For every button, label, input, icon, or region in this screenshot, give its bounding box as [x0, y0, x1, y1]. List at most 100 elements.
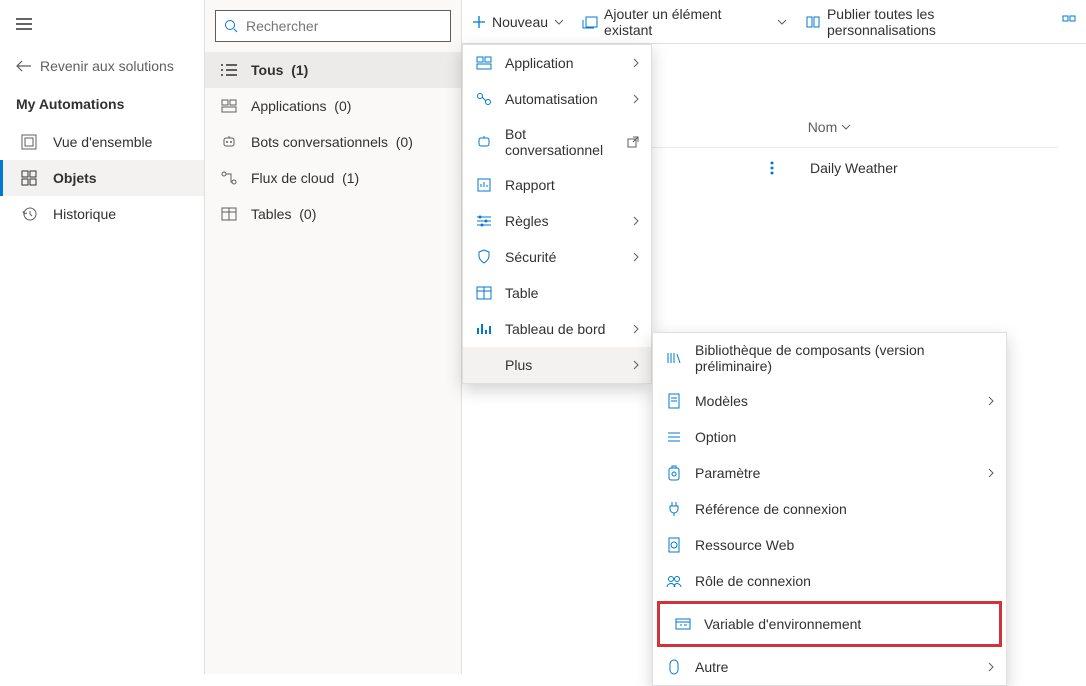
menu-bot[interactable]: Bot conversationnel: [463, 117, 651, 167]
add-existing-button[interactable]: Ajouter un élément existant: [582, 6, 787, 38]
menu-other[interactable]: Autre: [653, 649, 1006, 685]
other-icon: [665, 658, 683, 676]
chevron-down-icon: [841, 124, 851, 130]
shield-icon: [475, 248, 493, 266]
external-icon: [627, 136, 639, 148]
menu-label: Plus: [505, 357, 621, 373]
overflow-icon[interactable]: [1062, 15, 1076, 29]
menu-label: Tableau de bord: [505, 321, 621, 337]
web-resource-icon: [665, 536, 683, 554]
cell-display-name: Daily Weather: [810, 160, 1058, 176]
bot-icon: [221, 134, 237, 150]
parameter-icon: [665, 464, 683, 482]
menu-label: Référence de connexion: [695, 501, 994, 517]
people-icon: [665, 572, 683, 590]
back-to-solutions-link[interactable]: Revenir aux solutions: [0, 48, 204, 84]
menu-label: Rapport: [505, 177, 639, 193]
chevron-down-icon: [554, 19, 564, 25]
col-label: Nom: [808, 119, 838, 135]
filter-label: Bots conversationnels (0): [251, 134, 413, 150]
publish-button[interactable]: Publier toutes les personnalisations: [805, 6, 1044, 38]
menu-connection-reference[interactable]: Référence de connexion: [653, 491, 1006, 527]
filter-label: Applications (0): [251, 98, 351, 114]
table-icon: [221, 206, 237, 222]
chevron-right-icon: [633, 252, 639, 262]
chevron-right-icon: [633, 324, 639, 334]
menu-environment-variable[interactable]: Variable d'environnement: [662, 606, 997, 642]
menu-label: Rôle de connexion: [695, 573, 994, 589]
plug-icon: [665, 500, 683, 518]
hamburger-button[interactable]: [0, 0, 48, 48]
menu-dashboard[interactable]: Tableau de bord: [463, 311, 651, 347]
menu-option[interactable]: Option: [653, 419, 1006, 455]
menu-table[interactable]: Table: [463, 275, 651, 311]
btn-label: Publier toutes les personnalisations: [827, 6, 1044, 38]
overview-icon: [21, 134, 37, 150]
history-icon: [21, 206, 37, 222]
filter-tables[interactable]: Tables (0): [205, 196, 461, 232]
menu-component-library[interactable]: Bibliothèque de composants (version prél…: [653, 333, 1006, 383]
menu-security[interactable]: Sécurité: [463, 239, 651, 275]
filter-bots[interactable]: Bots conversationnels (0): [205, 124, 461, 160]
menu-application[interactable]: Application: [463, 45, 651, 81]
back-label: Revenir aux solutions: [40, 58, 174, 74]
menu-label: Autre: [695, 659, 976, 675]
new-menu: Application Automatisation Bot conversat…: [462, 44, 652, 384]
nav-label: Vue d'ensemble: [53, 134, 152, 150]
automation-icon: [475, 90, 493, 108]
nav-label: Historique: [53, 206, 116, 222]
menu-web-resource[interactable]: Ressource Web: [653, 527, 1006, 563]
row-actions-button[interactable]: [770, 161, 810, 175]
filter-label: Tables (0): [251, 206, 316, 222]
btn-label: Ajouter un élément existant: [604, 6, 771, 38]
menu-connection-role[interactable]: Rôle de connexion: [653, 563, 1006, 599]
filter-label: Flux de cloud (1): [251, 170, 359, 186]
chevron-right-icon: [633, 360, 639, 370]
template-icon: [665, 392, 683, 410]
filter-applications[interactable]: Applications (0): [205, 88, 461, 124]
menu-label: Table: [505, 285, 639, 301]
list-icon: [221, 62, 237, 78]
library-icon: [665, 349, 683, 367]
search-input[interactable]: [246, 18, 442, 34]
nav-objects[interactable]: Objets: [0, 160, 204, 196]
filter-all[interactable]: Tous (1): [205, 52, 461, 88]
search-box[interactable]: [215, 10, 451, 42]
left-nav: Revenir aux solutions My Automations Vue…: [0, 0, 205, 674]
report-icon: [475, 176, 493, 194]
new-button[interactable]: Nouveau: [472, 14, 564, 30]
menu-label: Sécurité: [505, 249, 621, 265]
search-icon: [224, 19, 238, 33]
app-icon: [475, 54, 493, 72]
menu-label: Application: [505, 55, 621, 71]
nav-overview[interactable]: Vue d'ensemble: [0, 124, 204, 160]
nav-history[interactable]: Historique: [0, 196, 204, 232]
apps-icon: [221, 98, 237, 114]
menu-automation[interactable]: Automatisation: [463, 81, 651, 117]
nav-label: Objets: [53, 170, 97, 186]
rules-icon: [475, 212, 493, 230]
menu-more[interactable]: Plus: [463, 347, 651, 383]
menu-rules[interactable]: Règles: [463, 203, 651, 239]
table-icon: [475, 284, 493, 302]
filter-cloud-flows[interactable]: Flux de cloud (1): [205, 160, 461, 196]
menu-parameter[interactable]: Paramètre: [653, 455, 1006, 491]
menu-label: Modèles: [695, 393, 976, 409]
chevron-right-icon: [633, 216, 639, 226]
chevron-right-icon: [988, 396, 994, 406]
objects-icon: [21, 170, 37, 186]
col-header-display[interactable]: Nom: [808, 119, 852, 135]
solution-title: My Automations: [0, 84, 204, 124]
menu-label: Règles: [505, 213, 621, 229]
more-submenu: Bibliothèque de composants (version prél…: [652, 332, 1007, 686]
chevron-right-icon: [633, 58, 639, 68]
menu-templates[interactable]: Modèles: [653, 383, 1006, 419]
btn-label: Nouveau: [492, 14, 548, 30]
dashboard-icon: [475, 320, 493, 338]
arrow-left-icon: [16, 60, 32, 72]
chevron-right-icon: [633, 94, 639, 104]
menu-report[interactable]: Rapport: [463, 167, 651, 203]
filter-label: Tous (1): [251, 62, 308, 78]
add-existing-icon: [582, 15, 598, 29]
option-icon: [665, 428, 683, 446]
